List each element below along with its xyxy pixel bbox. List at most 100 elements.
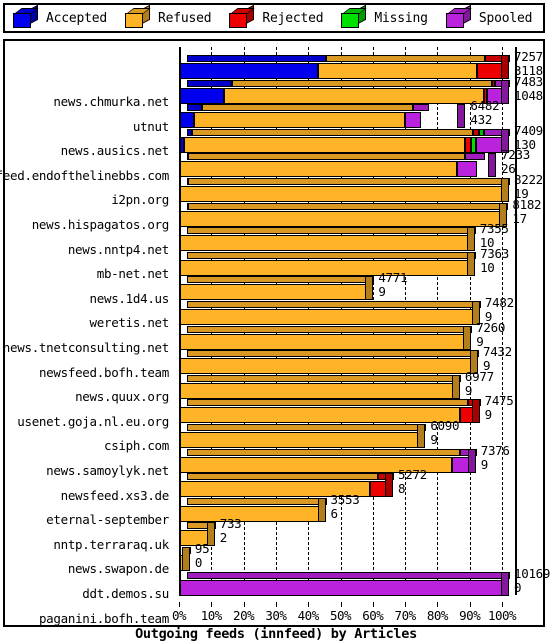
- bar-total-value: 7482: [484, 295, 514, 310]
- bar-segment-top: [187, 251, 477, 259]
- bar-total-value: 7233: [501, 147, 530, 163]
- bar-value-labels: 5272 8: [398, 468, 427, 495]
- bar-segment-top: [187, 473, 378, 481]
- bar-secondary-value: 432: [470, 112, 493, 128]
- bar-segment-refused: [193, 112, 405, 129]
- bar-total-value: 6482: [470, 98, 500, 114]
- bar-end-cap: [488, 153, 497, 178]
- bar-segment-refused: [179, 432, 419, 448]
- cube-icon-refused: [125, 4, 151, 28]
- legend-label: Spooled: [478, 10, 533, 26]
- bar-usenet.goja.nl.eu.org: [179, 374, 461, 399]
- bar-secondary-value: 2: [219, 530, 228, 546]
- legend-item-spooled: Spooled: [445, 4, 533, 28]
- bar-segment-top: [187, 571, 510, 579]
- legend-item-refused: Refused: [125, 4, 212, 28]
- bar-segment-top: [187, 325, 473, 333]
- bar-ddt.demos.su: [179, 547, 191, 571]
- bar-segment-refused: [179, 505, 319, 522]
- y-axis-label: news.ausics.net: [60, 143, 170, 159]
- bar-news.chmurka.net: [179, 55, 510, 79]
- bar-newsfeed.endofthelinebbs.com: [179, 128, 510, 153]
- bar-secondary-value: 9: [430, 432, 438, 447]
- bar-segment-top: [464, 153, 485, 161]
- x-tick-90: [469, 602, 471, 608]
- y-axis-label: news.nntp4.net: [67, 241, 169, 257]
- bar-segment-refused: [179, 259, 469, 276]
- chart-x-title: Outgoing feeds (innfeed) by Articles: [135, 626, 417, 642]
- bar-secondary-value: 10: [480, 259, 495, 275]
- bar-segment-top: [187, 153, 465, 161]
- y-axis-label: usenet.goja.nl.eu.org: [17, 413, 169, 429]
- bar-segment-top: [187, 79, 232, 87]
- bar-segment-refused: [179, 210, 501, 227]
- bar-segment-accepted: [179, 87, 224, 104]
- bar-segment-top: [325, 55, 486, 62]
- bar-total-value: 3553: [330, 491, 360, 507]
- bar-secondary-value: 9: [480, 456, 489, 472]
- bar-segment-refused: [179, 407, 460, 424]
- chart-frame: 7257 3118 7483 1048 6482 432 7409 130 7233 26 8222…: [0, 39, 550, 642]
- x-tick-70: [405, 602, 407, 608]
- bar-news.1d4.us: [179, 251, 477, 276]
- bar-secondary-value: 9: [484, 407, 493, 423]
- bar-segment-rejected: [369, 481, 387, 498]
- bar-segment-refused: [179, 358, 471, 375]
- bar-end-cap: [385, 473, 394, 498]
- y-axis-label: news.1d4.us: [89, 290, 170, 306]
- bar-segment-spooled: [476, 136, 502, 153]
- bar-weretis.net: [179, 276, 375, 301]
- bar-segment-refused: [179, 284, 367, 301]
- bar-segment-refused: [179, 309, 473, 325]
- y-axis-label: news.quux.org: [75, 389, 169, 405]
- bar-nntp.terraraq.uk: [179, 497, 327, 522]
- cube-icon-rejected: [229, 4, 256, 28]
- x-tick-40: [308, 602, 310, 608]
- bar-total-value: 7376: [480, 442, 510, 458]
- bar-end-cap: [467, 251, 476, 276]
- cube-icon-spooled: [445, 4, 472, 28]
- bar-value-labels: 6482 432: [470, 98, 500, 128]
- bar-secondary-value: 17: [512, 210, 527, 226]
- bar-total-value: 10169: [514, 565, 550, 581]
- bar-utnut: [179, 79, 510, 104]
- bar-end-cap: [466, 227, 475, 252]
- y-axis-label: mb-net.net: [96, 266, 170, 282]
- bar-total-value: 7257: [514, 49, 543, 64]
- bar-segment-top: [187, 276, 375, 284]
- bar-segment-refused: [317, 63, 478, 79]
- y-axis-label: paganini.bofh.team: [38, 610, 169, 626]
- bar-end-cap: [457, 104, 466, 129]
- bar-segment-accepted: [179, 112, 194, 129]
- legend-item-accepted: Accepted: [13, 4, 107, 28]
- bar-segment-refused: [179, 333, 465, 350]
- bar-segment-top: [412, 104, 429, 112]
- bar-news.ausics.net: [179, 104, 466, 129]
- bar-i2pn.org: [179, 153, 497, 178]
- x-tick-80: [437, 602, 439, 608]
- y-axis-label: newsfeed.xs3.de: [60, 487, 170, 503]
- bar-segment-spooled: [451, 456, 469, 473]
- bar-total-value: 7260: [476, 319, 506, 335]
- bar-mb-net.net: [179, 227, 476, 252]
- bar-paganini.bofh.team: [179, 571, 510, 596]
- bar-value-labels: 6090 9: [430, 419, 459, 447]
- cube-icon-missing: [341, 4, 368, 28]
- bar-total-value: 8182: [512, 196, 542, 212]
- y-axis-label: utnut: [132, 118, 169, 134]
- bar-segment-refused: [179, 186, 502, 202]
- bar-total-value: 4771: [378, 270, 408, 286]
- x-tick-0: [179, 602, 180, 608]
- bar-total-value: 95: [194, 541, 210, 556]
- y-axis-label: news.samoylyk.net: [46, 463, 169, 478]
- bar-news.samoylyk.net: [179, 424, 427, 448]
- bar-value-labels: 3553 6: [330, 491, 360, 520]
- bar-segment-top: [187, 202, 509, 210]
- bar-total-value: 7409: [514, 122, 543, 138]
- bar-segment-refused: [179, 235, 468, 252]
- bar-segment-refused: [179, 382, 453, 399]
- x-tick-label: 100%: [487, 608, 517, 624]
- bar-value-labels: 8182 17: [512, 196, 542, 226]
- legend-label: Refused: [158, 10, 212, 26]
- bar-segment-refused: [223, 87, 484, 104]
